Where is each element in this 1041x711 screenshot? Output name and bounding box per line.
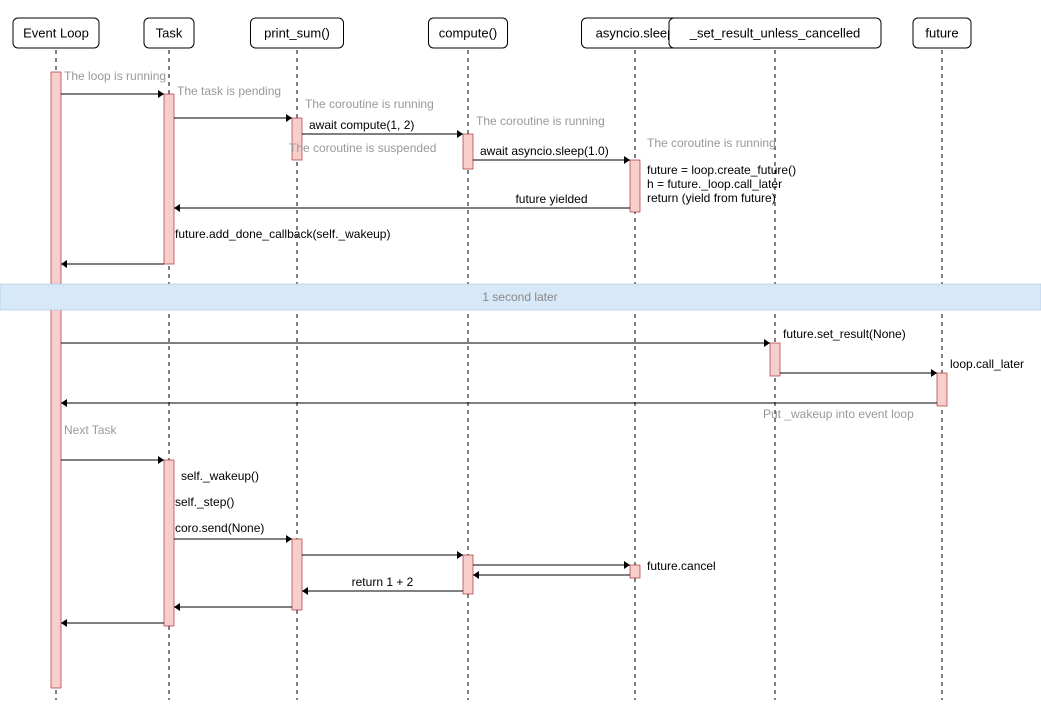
message-label-4: future yielded	[515, 192, 587, 206]
side-note-2: return (yield from future)	[647, 191, 776, 205]
participant-label-loop: Event Loop	[23, 26, 89, 41]
activation-task	[164, 460, 174, 626]
activation-compute	[463, 134, 473, 169]
message-note-0: The loop is running	[64, 69, 166, 83]
message-note-3: The coroutine is running	[476, 114, 605, 128]
participant-label-task: Task	[156, 26, 183, 41]
participant-label-sleep: asyncio.sleep	[596, 26, 675, 41]
message-note-4: The coroutine is running	[647, 136, 776, 150]
activation-sleep	[630, 565, 640, 578]
message-note-9: Next Task	[64, 423, 117, 437]
activation-sleep	[630, 160, 640, 212]
message-note-2: The coroutine is running	[305, 97, 434, 111]
activation-future	[937, 373, 947, 406]
activation-loop	[51, 72, 61, 688]
side-note-0: future = loop.create_future()	[647, 163, 796, 177]
message-note-8: Put _wakeup into event loop	[763, 407, 914, 421]
side-note-1: h = future._loop.call_later	[647, 177, 782, 191]
participant-label-compute: compute()	[439, 26, 498, 41]
activation-task	[164, 94, 174, 264]
message-label-13: future.cancel	[647, 559, 716, 573]
message-label-7: loop.call_later	[950, 357, 1024, 371]
participant-label-set: _set_result_unless_cancelled	[689, 26, 861, 41]
participant-label-print: print_sum()	[264, 26, 330, 41]
message-label-6: future.set_result(None)	[783, 327, 906, 341]
message-noteleft-3: The coroutine is suspended	[289, 141, 436, 155]
message-label-3: await asyncio.sleep(1.0)	[480, 144, 609, 158]
separator-label: 1 second later	[482, 290, 557, 304]
message-note-1: The task is pending	[177, 84, 281, 98]
participant-label-future: future	[925, 26, 958, 41]
activation-print	[292, 539, 302, 610]
message-label-10: self._wakeup()	[181, 469, 259, 483]
activation-set	[770, 343, 780, 376]
message-label2-10: self._step()	[175, 495, 234, 509]
message-label-5: future.add_done_callback(self._wakeup)	[175, 227, 390, 241]
message-label-14: return 1 + 2	[352, 575, 414, 589]
message-label3-10: coro.send(None)	[175, 521, 264, 535]
activation-compute	[463, 555, 473, 594]
message-label-2: await compute(1, 2)	[309, 118, 414, 132]
